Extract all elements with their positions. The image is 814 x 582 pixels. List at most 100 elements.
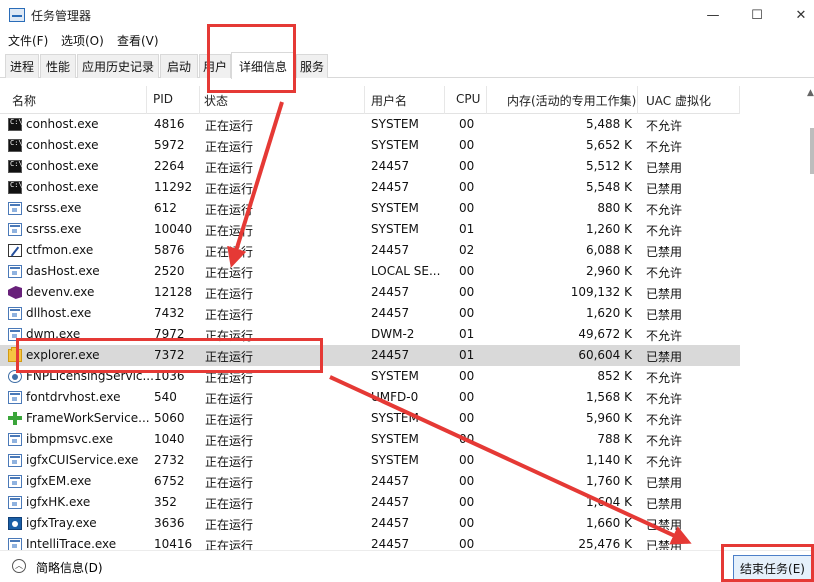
process-memory: 1,660 K (585, 516, 632, 530)
window-title: 任务管理器 (31, 9, 92, 23)
table-row[interactable]: fontdrvhost.exe 540 正在运行 UMFD-0 00 1,568 K 不允许 (0, 387, 740, 408)
tab-processes[interactable]: 进程 (5, 54, 39, 78)
table-row[interactable]: conhost.exe 5972 正在运行 SYSTEM 00 5,652 K 不允许 (0, 135, 740, 156)
process-uac: 已禁用 (646, 497, 683, 511)
table-row[interactable]: conhost.exe 11292 正在运行 24457 00 5,548 K 已禁用 (0, 177, 740, 198)
process-uac: 不允许 (646, 455, 683, 469)
process-user: SYSTEM (371, 432, 419, 446)
tab-app-history[interactable]: 应用历史记录 (77, 54, 159, 78)
window-icon (8, 265, 22, 278)
process-cpu: 00 (459, 390, 475, 404)
process-cpu: 00 (459, 117, 475, 131)
process-memory: 852 K (597, 369, 632, 383)
process-status: 正在运行 (205, 266, 254, 280)
table-row[interactable]: igfxTray.exe 3636 正在运行 24457 00 1,660 K 已禁用 (0, 513, 740, 534)
console-icon (8, 160, 23, 173)
process-table: 名称 ^ PID 状态 用户名 CPU 内存(活动的专用工作集) UAC 虚拟化… (0, 86, 740, 550)
maximize-button[interactable]: ☐ (734, 0, 780, 30)
process-uac: 已禁用 (646, 539, 683, 550)
table-row[interactable]: ibmpmsvc.exe 1040 正在运行 SYSTEM 00 788 K 不允许 (0, 429, 740, 450)
window-icon (8, 223, 22, 236)
pen-icon (8, 244, 22, 257)
process-user: 24457 (371, 180, 410, 194)
process-name: igfxCUIService.exe (26, 453, 139, 467)
scrollbar-thumb[interactable] (810, 128, 814, 174)
process-user: SYSTEM (371, 453, 419, 467)
task-manager-icon (9, 8, 25, 22)
table-row[interactable]: igfxCUIService.exe 2732 正在运行 SYSTEM 00 1,140 … (0, 450, 740, 471)
column-username[interactable]: 用户名 (371, 92, 407, 109)
process-name: conhost.exe (26, 159, 99, 173)
table-row[interactable]: igfxHK.exe 352 正在运行 24457 00 1,604 K 已禁用 (0, 492, 740, 513)
process-name: IntelliTrace.exe (26, 537, 117, 550)
process-name: fontdrvhost.exe (26, 390, 121, 404)
process-user: 24457 (371, 516, 410, 530)
column-name[interactable]: 名称 (12, 92, 36, 109)
table-row[interactable]: conhost.exe 2264 正在运行 24457 00 5,512 K 已禁用 (0, 156, 740, 177)
process-uac: 已禁用 (646, 518, 683, 532)
table-row[interactable]: dllhost.exe 7432 正在运行 24457 00 1,620 K 已禁用 (0, 303, 740, 324)
process-name: csrss.exe (26, 222, 82, 236)
process-user: SYSTEM (371, 411, 419, 425)
column-cpu[interactable]: CPU (456, 92, 480, 106)
table-row[interactable]: dasHost.exe 2520 正在运行 LOCAL SE... 00 2,960 K 不… (0, 261, 740, 282)
minimize-button[interactable]: — (690, 0, 736, 30)
process-cpu: 00 (459, 180, 475, 194)
process-uac: 不允许 (646, 119, 683, 133)
column-pid[interactable]: PID (153, 92, 173, 106)
close-button[interactable]: ✕ (778, 0, 814, 30)
table-row[interactable]: igfxEM.exe 6752 正在运行 24457 00 1,760 K 已禁用 (0, 471, 740, 492)
tab-performance[interactable]: 性能 (40, 54, 76, 78)
footer-bar: ︿ 简略信息(D) 结束任务(E) (0, 550, 814, 582)
process-name: conhost.exe (26, 138, 99, 152)
collapse-chevron-icon[interactable]: ︿ (12, 559, 26, 573)
table-row[interactable]: FrameWorkService... 5060 正在运行 SYSTEM 00 5,960… (0, 408, 740, 429)
process-memory: 5,488 K (585, 117, 632, 131)
table-row[interactable]: IntelliTrace.exe 10416 正在运行 24457 00 25,476 K… (0, 534, 740, 550)
table-row[interactable]: devenv.exe 12128 正在运行 24457 00 109,132 K 已禁用 (0, 282, 740, 303)
column-status[interactable]: 状态 (204, 92, 228, 109)
tab-bar: 进程 性能 应用历史记录 启动 用户 详细信息 服务 (0, 50, 814, 79)
table-row[interactable]: ctfmon.exe 5876 正在运行 24457 02 6,088 K 已禁用 (0, 240, 740, 261)
process-uac: 不允许 (646, 224, 683, 238)
table-row[interactable]: csrss.exe 10040 正在运行 SYSTEM 01 1,260 K 不允许 (0, 219, 740, 240)
process-uac: 已禁用 (646, 476, 683, 490)
column-memory[interactable]: 内存(活动的专用工作集) (507, 92, 636, 109)
tab-startup[interactable]: 启动 (160, 54, 198, 78)
menu-file[interactable]: 文件(F) (8, 32, 48, 49)
process-cpu: 00 (459, 369, 475, 383)
process-uac: 已禁用 (646, 350, 683, 364)
process-pid: 11292 (154, 180, 193, 194)
process-uac: 不允许 (646, 140, 683, 154)
process-memory: 1,604 K (585, 495, 632, 509)
process-pid: 4816 (154, 117, 185, 131)
process-memory: 25,476 K (578, 537, 632, 550)
intel-icon (8, 517, 22, 530)
process-name: conhost.exe (26, 117, 99, 131)
process-memory: 5,548 K (585, 180, 632, 194)
menu-options[interactable]: 选项(O) (61, 32, 104, 49)
fewer-details-link[interactable]: 简略信息(D) (36, 559, 103, 576)
tab-services[interactable]: 服务 (296, 54, 328, 78)
table-row[interactable]: conhost.exe 4816 正在运行 SYSTEM 00 5,488 K 不允许 (0, 114, 740, 135)
process-uac: 不允许 (646, 329, 683, 343)
process-cpu: 00 (459, 285, 475, 299)
process-uac: 已禁用 (646, 182, 683, 196)
process-cpu: 00 (459, 201, 475, 215)
window-icon (8, 307, 22, 320)
process-name: ctfmon.exe (26, 243, 94, 257)
process-cpu: 00 (459, 516, 475, 530)
column-uac[interactable]: UAC 虚拟化 (646, 92, 711, 109)
process-status: 正在运行 (205, 539, 254, 550)
process-uac: 不允许 (646, 266, 683, 280)
window-icon (8, 538, 22, 550)
scroll-up-icon[interactable]: ▲ (807, 88, 814, 98)
process-cpu: 00 (459, 537, 475, 550)
menu-view[interactable]: 查看(V) (117, 32, 159, 49)
process-memory: 60,604 K (578, 348, 632, 362)
process-user: 24457 (371, 474, 410, 488)
visual-studio-icon (8, 286, 22, 299)
table-row[interactable]: csrss.exe 612 正在运行 SYSTEM 00 880 K 不允许 (0, 198, 740, 219)
process-status: 正在运行 (205, 224, 254, 238)
process-memory: 1,568 K (585, 390, 632, 404)
